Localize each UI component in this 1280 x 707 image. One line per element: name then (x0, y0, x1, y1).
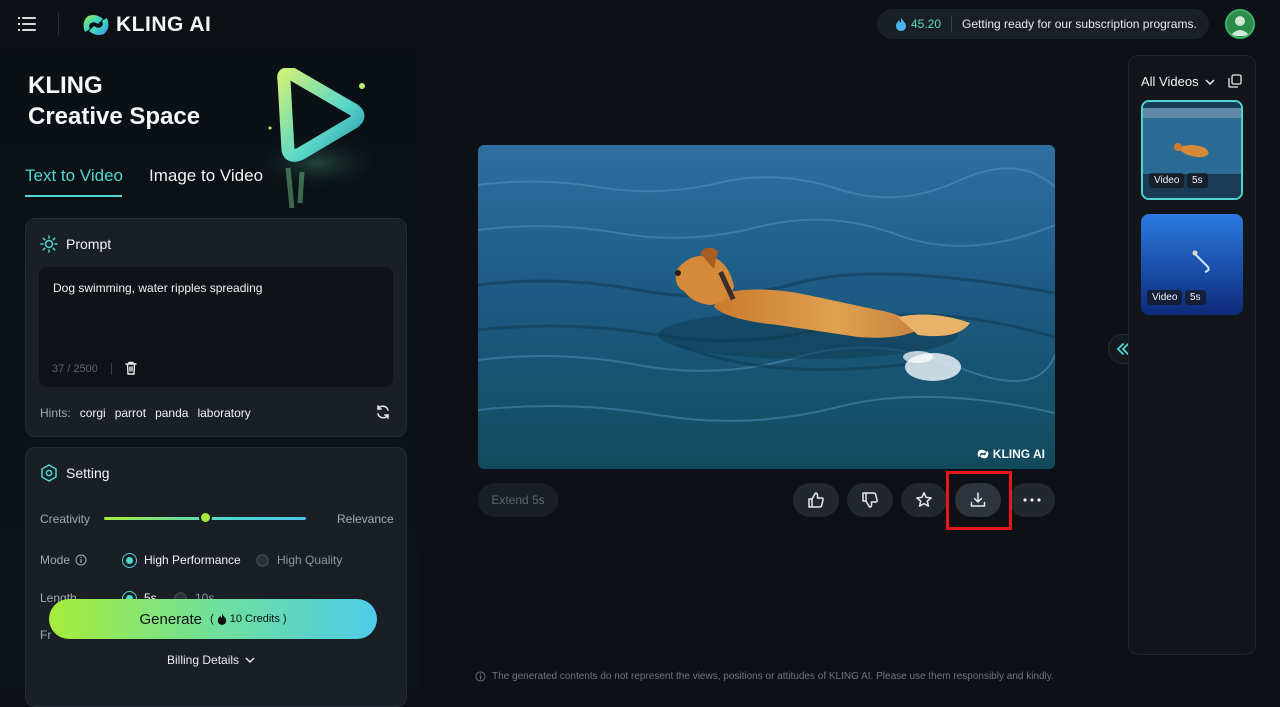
thumbs-up-icon (808, 492, 824, 508)
radio-dot (123, 553, 136, 567)
hint-chip[interactable]: panda (155, 406, 188, 420)
mode-label: Mode (40, 553, 71, 567)
hint-chip[interactable]: corgi (80, 406, 106, 420)
video-watermark: KLING AI (977, 447, 1045, 461)
radio-dot (256, 553, 269, 567)
mode-high-quality-radio[interactable]: High Quality (256, 553, 342, 567)
char-counter: 37 / 2500 (52, 363, 98, 375)
credits-amount: 45.20 (911, 17, 942, 31)
video-gallery-panel: All Videos Video 5s Video 5s (1128, 55, 1256, 655)
prompt-input[interactable]: Dog swimming, water ripples spreading 37… (39, 267, 393, 387)
item-duration: 5s (1185, 290, 1206, 305)
disclaimer-footer: The generated contents do not represent … (475, 671, 1054, 682)
prompt-title: Prompt (66, 236, 112, 252)
prompt-value: Dog swimming, water ripples spreading (53, 281, 263, 295)
thumbs-down-icon (862, 492, 878, 508)
left-panel: KLING Creative Space Text to Video Image… (0, 50, 420, 707)
extend-button[interactable]: Extend 5s (478, 483, 558, 517)
generate-label: Generate (139, 610, 203, 628)
radio-label: High Performance (144, 553, 241, 567)
user-avatar[interactable] (1225, 9, 1255, 39)
gallery-video-item[interactable]: Video 5s (1141, 100, 1243, 200)
hero-title-line2: Creative Space (28, 103, 201, 130)
setting-title: Setting (66, 465, 110, 481)
user-icon (1230, 16, 1250, 36)
multi-select-icon[interactable] (1228, 74, 1242, 88)
favorite-button[interactable] (901, 483, 947, 517)
chevron-down-icon (1205, 78, 1215, 85)
prompt-header: Prompt (40, 235, 111, 253)
trash-icon[interactable] (123, 360, 139, 376)
billing-label: Billing Details (167, 653, 240, 667)
dog-swimming-video-frame (478, 145, 1055, 469)
pill-divider (951, 16, 953, 32)
kling-logo-icon (83, 15, 109, 35)
credits-cost: 10 Credits (229, 613, 280, 625)
creativity-label: Creativity (40, 512, 91, 526)
dislike-button[interactable] (847, 483, 893, 517)
star-icon (916, 492, 932, 507)
kling-logo-icon (977, 449, 989, 459)
hints-label: Hints: (40, 406, 71, 420)
mode-row-label: Mode (40, 553, 87, 567)
gallery-video-item[interactable]: Video 5s (1141, 214, 1243, 315)
like-button[interactable] (793, 483, 839, 517)
filter-label: All Videos (1141, 74, 1199, 89)
sun-icon (40, 235, 58, 253)
tab-image-to-video[interactable]: Image to Video (149, 166, 263, 186)
flame-icon (896, 17, 906, 31)
watermark-text: KLING AI (992, 447, 1045, 461)
item-type: Video (1149, 173, 1185, 188)
counter-divider (111, 363, 112, 375)
item-duration: 5s (1187, 173, 1208, 188)
frame-label: Fr (40, 628, 52, 642)
chevron-down-icon (245, 657, 255, 663)
hint-chip[interactable]: laboratory (197, 406, 250, 420)
disclaimer-text: The generated contents do not represent … (492, 671, 1054, 682)
more-options-button[interactable] (1009, 483, 1055, 517)
mode-high-performance-radio[interactable]: High Performance (123, 553, 241, 567)
generate-credits: ( 10 Credits ) (210, 613, 287, 625)
menu-icon[interactable] (18, 15, 38, 33)
slider-handle[interactable] (198, 511, 212, 524)
hexagon-settings-icon (41, 464, 57, 482)
all-videos-filter[interactable]: All Videos (1141, 74, 1215, 89)
announcement-text: Getting ready for our subscription progr… (962, 17, 1197, 31)
download-highlight-box (946, 471, 1012, 530)
setting-header: Setting (40, 464, 110, 482)
tab-text-to-video[interactable]: Text to Video (25, 166, 123, 186)
brand-logo[interactable]: KLING AI (82, 10, 211, 40)
hint-chip[interactable]: parrot (115, 406, 146, 420)
radio-label: High Quality (277, 553, 343, 567)
prompt-card: Prompt Dog swimming, water ripples sprea… (25, 218, 407, 437)
flame-icon (217, 613, 226, 625)
more-icon (1023, 498, 1041, 502)
hints-row: Hints: corgi parrot panda laboratory (40, 406, 251, 420)
refresh-icon[interactable] (375, 404, 391, 420)
video-player[interactable]: KLING AI (478, 145, 1055, 469)
info-icon[interactable] (75, 554, 87, 566)
setting-card: Setting Creativity Relevance Mode High P… (25, 447, 407, 707)
info-icon (475, 671, 486, 682)
hero-title-line1: KLING (28, 72, 103, 99)
play-logo-art-icon (262, 68, 372, 209)
item-type: Video (1147, 290, 1183, 305)
brand-name: KLING AI (116, 13, 212, 36)
divider (58, 12, 59, 36)
relevance-label: Relevance (337, 512, 394, 526)
active-tab-underline (25, 195, 122, 197)
top-bar: KLING AI 45.20 Getting ready for our sub… (0, 0, 1280, 50)
credits-announcement-pill[interactable]: 45.20 Getting ready for our subscription… (877, 9, 1209, 39)
billing-details-toggle[interactable]: Billing Details (167, 653, 255, 667)
generate-button[interactable]: Generate ( 10 Credits ) (49, 599, 377, 639)
